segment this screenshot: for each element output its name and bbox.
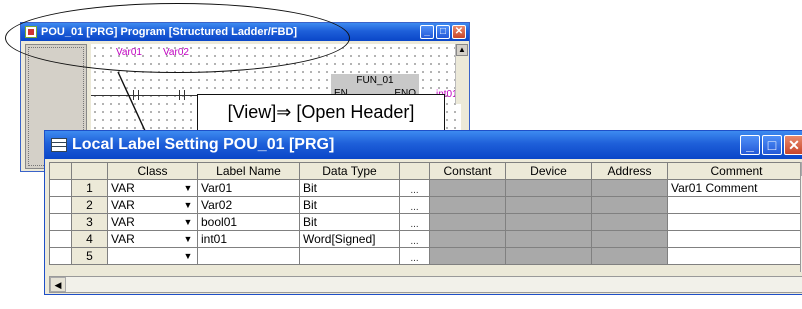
data-type-browse-button[interactable]: ... <box>399 247 430 265</box>
chevron-down-icon[interactable]: ▼ <box>179 197 197 213</box>
address-cell <box>591 179 668 197</box>
table-row[interactable]: 5 ▼... <box>49 247 802 265</box>
grid-row-selector[interactable] <box>49 179 72 197</box>
class-select[interactable]: ▼ <box>107 247 198 265</box>
chevron-down-icon[interactable]: ▼ <box>179 180 197 196</box>
table-icon <box>51 138 67 152</box>
label-name-cell[interactable]: Var01 <box>197 179 300 197</box>
maximize-icon[interactable]: □ <box>762 135 782 155</box>
label-window-title: Local Label Setting POU_01 [PRG] <box>72 136 335 153</box>
address-cell <box>591 196 668 214</box>
label-name-cell[interactable]: Var02 <box>197 196 300 214</box>
class-value: VAR <box>111 181 135 195</box>
table-row[interactable]: 3 VAR ▼ bool01 Bit... <box>49 213 802 231</box>
class-select[interactable]: VAR ▼ <box>107 196 198 214</box>
table-row[interactable]: 1 VAR ▼ Var01 Bit... Var01 Comment <box>49 179 802 197</box>
scroll-left-icon[interactable]: ◀ <box>50 277 66 292</box>
device-cell <box>505 213 592 231</box>
label-window-titlebar[interactable]: Local Label Setting POU_01 [PRG] _ □ ✕ <box>45 131 802 159</box>
row-number: 1 <box>71 179 108 197</box>
column-header-comment[interactable]: Comment <box>667 162 802 180</box>
comment-cell[interactable] <box>667 196 802 214</box>
comment-cell[interactable]: Var01 Comment <box>667 179 802 197</box>
grid-row-selector[interactable] <box>49 196 72 214</box>
table-row[interactable]: 2 VAR ▼ Var02 Bit... <box>49 196 802 214</box>
comment-cell[interactable] <box>667 230 802 248</box>
column-header-device[interactable]: Device <box>505 162 592 180</box>
class-select[interactable]: VAR ▼ <box>107 230 198 248</box>
close-icon[interactable]: ✕ <box>784 135 802 155</box>
local-label-setting-window: Local Label Setting POU_01 [PRG] _ □ ✕ C… <box>44 130 802 295</box>
class-select[interactable]: VAR ▼ <box>107 179 198 197</box>
column-header-data-type[interactable]: Data Type <box>299 162 400 180</box>
constant-cell <box>429 247 506 265</box>
grid-horizontal-scrollbar[interactable]: ◀ <box>49 276 802 293</box>
constant-cell <box>429 230 506 248</box>
address-cell <box>591 230 668 248</box>
column-header-address[interactable]: Address <box>591 162 668 180</box>
column-header-class[interactable]: Class <box>107 162 198 180</box>
constant-cell <box>429 179 506 197</box>
chevron-down-icon[interactable]: ▼ <box>179 248 197 264</box>
address-cell <box>591 247 668 265</box>
address-cell <box>591 213 668 231</box>
chevron-down-icon[interactable]: ▼ <box>179 231 197 247</box>
grid-header-row: Class Label Name Data Type Constant Devi… <box>49 162 802 180</box>
row-number: 5 <box>71 247 108 265</box>
grid-row-selector[interactable] <box>49 247 72 265</box>
label-name-cell[interactable]: bool01 <box>197 213 300 231</box>
data-type-browse-button[interactable]: ... <box>399 179 430 197</box>
row-number: 3 <box>71 213 108 231</box>
comment-cell[interactable] <box>667 213 802 231</box>
data-type-browse-button[interactable]: ... <box>399 196 430 214</box>
class-value: VAR <box>111 198 135 212</box>
label-name-cell[interactable] <box>197 247 300 265</box>
label-name-cell[interactable]: int01 <box>197 230 300 248</box>
class-value: VAR <box>111 215 135 229</box>
data-type-cell[interactable]: Bit <box>299 213 400 231</box>
class-select[interactable]: VAR ▼ <box>107 213 198 231</box>
row-number: 2 <box>71 196 108 214</box>
comment-cell[interactable] <box>667 247 802 265</box>
chevron-down-icon[interactable]: ▼ <box>179 214 197 230</box>
grid-corner-header <box>49 162 72 180</box>
callout-box: [View]⇒ [Open Header] <box>197 94 445 131</box>
minimize-icon[interactable]: _ <box>740 135 760 155</box>
data-type-cell[interactable]: Word[Signed] <box>299 230 400 248</box>
device-cell <box>505 196 592 214</box>
data-type-cell[interactable]: Bit <box>299 179 400 197</box>
column-header-type-button <box>399 162 430 180</box>
class-value: VAR <box>111 232 135 246</box>
constant-cell <box>429 213 506 231</box>
row-number: 4 <box>71 230 108 248</box>
data-type-browse-button[interactable]: ... <box>399 230 430 248</box>
device-cell <box>505 179 592 197</box>
device-cell <box>505 230 592 248</box>
grid-row-selector[interactable] <box>49 230 72 248</box>
data-type-browse-button[interactable]: ... <box>399 213 430 231</box>
grid-row-selector[interactable] <box>49 213 72 231</box>
label-grid: Class Label Name Data Type Constant Devi… <box>49 162 802 265</box>
data-type-cell[interactable] <box>299 247 400 265</box>
column-header-label-name[interactable]: Label Name <box>197 162 300 180</box>
column-header-constant[interactable]: Constant <box>429 162 506 180</box>
callout-text: [View]⇒ [Open Header] <box>227 102 415 122</box>
data-type-cell[interactable]: Bit <box>299 196 400 214</box>
constant-cell <box>429 196 506 214</box>
column-header-rownum <box>71 162 108 180</box>
device-cell <box>505 247 592 265</box>
table-row[interactable]: 4 VAR ▼ int01 Word[Signed]... <box>49 230 802 248</box>
